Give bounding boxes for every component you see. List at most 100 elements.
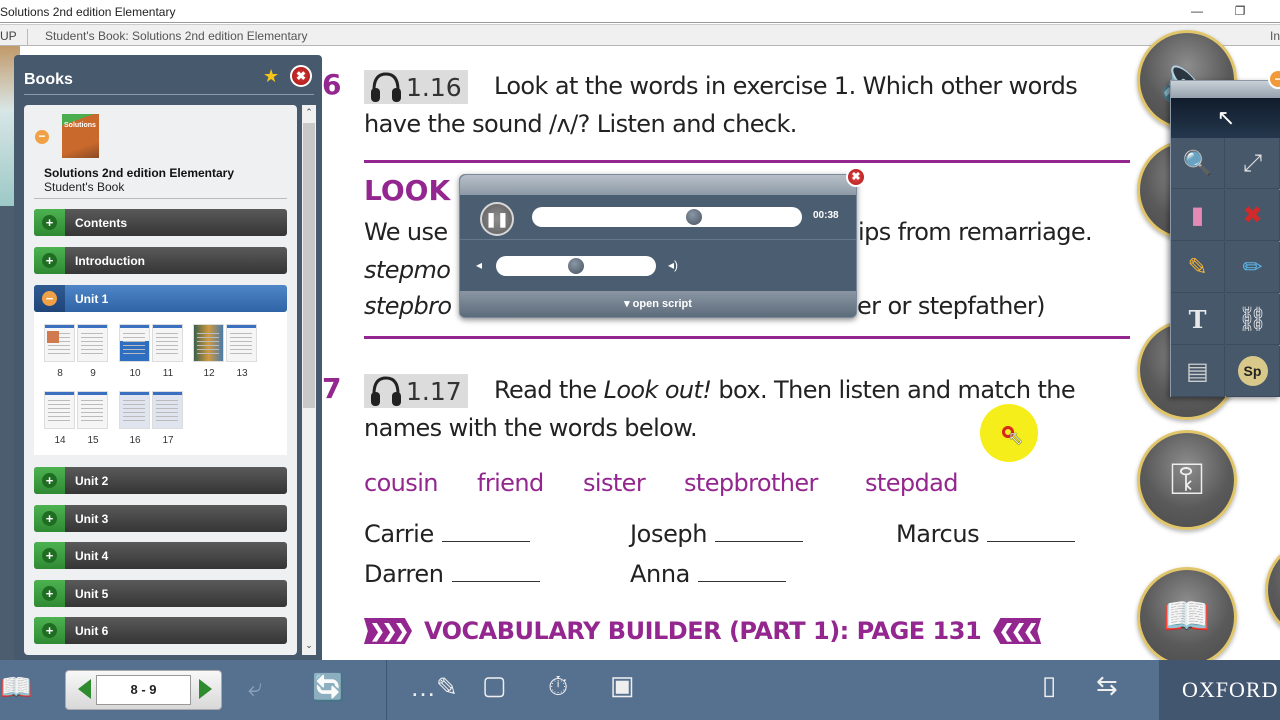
book-view-icon[interactable]: 📖 xyxy=(0,672,32,703)
spotlight-tool[interactable]: Sp xyxy=(1226,346,1280,397)
fullscreen-tool[interactable]: ⤢ xyxy=(1226,138,1280,189)
exercise-7-line-2: names with the words below. xyxy=(364,414,698,442)
book-page: 6 1.16 Look at the words in exercise 1. … xyxy=(322,46,1280,660)
player-close-button[interactable]: ✖ xyxy=(846,167,866,187)
scroll-thumb[interactable] xyxy=(303,123,315,408)
spotlight-icon: Sp xyxy=(1237,356,1268,386)
vocabulary-builder-link[interactable]: ❯❯❯ VOCABULARY BUILDER (PART 1): PAGE 13… xyxy=(364,617,1042,645)
switch-book-icon[interactable]: 🔄 xyxy=(312,672,344,703)
page-thumbnail-8-9[interactable] xyxy=(44,324,108,362)
exercise-7-text-a: Read the xyxy=(494,376,604,404)
answer-blank[interactable] xyxy=(715,541,804,542)
text-tool[interactable]: T xyxy=(1171,294,1225,345)
card-tool[interactable]: ▤ xyxy=(1171,346,1225,397)
section-unit-6[interactable]: + Unit 6 xyxy=(34,617,287,644)
tab-strip: UP Student's Book: Solutions 2nd edition… xyxy=(0,24,1280,46)
tab-partial-left[interactable]: UP xyxy=(0,29,28,45)
section-unit-2[interactable]: + Unit 2 xyxy=(34,467,287,494)
answer-key-button[interactable]: ⚿ xyxy=(1137,430,1237,530)
restore-button[interactable]: ❐ xyxy=(1225,2,1255,20)
highlighter-tool[interactable]: ✏ xyxy=(1226,242,1280,293)
pencil-tool[interactable]: ✎ xyxy=(1171,242,1225,293)
volume-slider[interactable] xyxy=(496,256,656,276)
page-number: 10 xyxy=(129,368,141,379)
annotation-pencil-icon[interactable]: …✎ xyxy=(410,672,458,703)
scroll-down-icon[interactable]: ⌄ xyxy=(302,640,316,651)
section-label: Unit 1 xyxy=(75,292,109,306)
minimize-button[interactable]: — xyxy=(1182,2,1212,20)
stopwatch-icon[interactable]: ⏱ xyxy=(548,671,568,703)
section-unit-5[interactable]: + Unit 5 xyxy=(34,580,287,607)
volume-high-icon[interactable]: ◂) xyxy=(668,258,678,272)
name-blank-item: Darren xyxy=(364,560,540,588)
section-contents[interactable]: + Contents xyxy=(34,209,287,236)
open-script-button[interactable]: ▾ open script xyxy=(460,291,856,317)
page-thumbnail-12-13[interactable] xyxy=(193,324,257,362)
flipchart-icon[interactable]: ▯ xyxy=(1042,670,1056,701)
page-thumbnail-10-11[interactable] xyxy=(119,324,183,362)
open-book-icon: 📖 xyxy=(1163,596,1211,638)
page-thumbnail-14-15[interactable] xyxy=(44,391,108,429)
exercise-7-number: 7 xyxy=(322,372,342,405)
book-entry[interactable]: − Solutions Solutions 2nd edition Elemen… xyxy=(24,105,297,201)
link-tool[interactable]: ⛓ xyxy=(1226,294,1280,345)
screen-window-icon[interactable]: ▣ xyxy=(610,670,635,701)
book-cover-thumbnail[interactable]: Solutions xyxy=(62,114,99,158)
answer-blank[interactable] xyxy=(441,541,530,542)
volume-low-icon[interactable]: ◂ xyxy=(476,258,482,272)
tools-drag-handle[interactable] xyxy=(1171,81,1280,98)
player-drag-handle[interactable] xyxy=(460,175,856,195)
name-label: Anna xyxy=(630,560,690,588)
next-page-button[interactable] xyxy=(199,679,212,699)
close-all-windows-tool[interactable]: ✖ xyxy=(1226,190,1280,241)
previous-page-button[interactable] xyxy=(78,679,91,699)
pause-button[interactable]: ❚❚ xyxy=(480,202,514,236)
divider-top xyxy=(364,160,1130,163)
section-unit-3[interactable]: + Unit 3 xyxy=(34,505,287,532)
page-number-field[interactable]: 8 - 9 xyxy=(96,675,191,705)
section-unit-4[interactable]: + Unit 4 xyxy=(34,542,287,569)
answer-blank[interactable] xyxy=(451,581,540,582)
name-label: Darren xyxy=(364,560,444,588)
exercise-6-line-1: Look at the words in exercise 1. Which o… xyxy=(494,72,1078,100)
section-unit-1[interactable]: − Unit 1 xyxy=(34,285,287,312)
tab-students-book[interactable]: Student's Book: Solutions 2nd edition El… xyxy=(45,29,307,43)
exercise-7-line-1: Read the Look out! box. Then listen and … xyxy=(494,376,1076,404)
book-round-button[interactable]: 📖 xyxy=(1137,567,1237,667)
audio-track-1-16-button[interactable]: 1.16 xyxy=(364,70,468,104)
look-out-line-3-end: er or stepfather) xyxy=(857,292,1046,320)
audio-track-1-17-button[interactable]: 1.17 xyxy=(364,374,468,408)
name-blank-item: Anna xyxy=(630,560,786,588)
answer-blank[interactable] xyxy=(697,581,786,582)
volume-knob[interactable] xyxy=(568,258,584,274)
blank-window-icon[interactable]: ▢ xyxy=(482,670,507,701)
undo-back-icon[interactable]: ⤶ xyxy=(248,672,263,704)
fullscreen-window-icon: ⤢ xyxy=(1242,150,1263,177)
look-out-line-1-start: We use xyxy=(364,218,448,246)
books-scrollbar[interactable]: ⌃ ⌄ xyxy=(302,105,316,655)
swap-arrows-icon[interactable]: ⇆ xyxy=(1096,670,1118,701)
section-introduction[interactable]: + Introduction xyxy=(34,247,287,274)
track-number: 1.17 xyxy=(406,376,462,406)
page-thumbnail-16-17[interactable] xyxy=(119,391,183,429)
section-label: Unit 3 xyxy=(75,512,109,526)
expand-icon: + xyxy=(34,617,65,644)
eraser-tool[interactable]: ▮ xyxy=(1171,190,1225,241)
zoom-in-tool[interactable]: 🔍 xyxy=(1171,138,1225,189)
progress-knob[interactable] xyxy=(686,209,702,225)
books-panel-close-button[interactable]: ✖ xyxy=(290,65,312,87)
answer-blank[interactable] xyxy=(987,541,1076,542)
collapse-book-icon[interactable]: − xyxy=(35,130,49,144)
scroll-up-icon[interactable]: ⌃ xyxy=(302,107,316,118)
book-subtitle: Student's Book xyxy=(44,180,125,194)
section-label: Contents xyxy=(75,216,127,230)
window-title: Solutions 2nd edition Elementary xyxy=(0,5,176,19)
tab-partial-right[interactable]: In xyxy=(1270,29,1280,43)
look-out-line-3-start: stepbro xyxy=(364,292,452,320)
name-blank-item: Marcus xyxy=(896,520,1076,548)
progress-slider[interactable] xyxy=(532,207,802,227)
select-tool-button[interactable]: ↖ xyxy=(1171,98,1280,138)
favorite-star-icon[interactable]: ★ xyxy=(263,66,279,87)
highlighter-icon: ✏ xyxy=(1242,254,1263,281)
page-number: 12 xyxy=(203,368,215,379)
